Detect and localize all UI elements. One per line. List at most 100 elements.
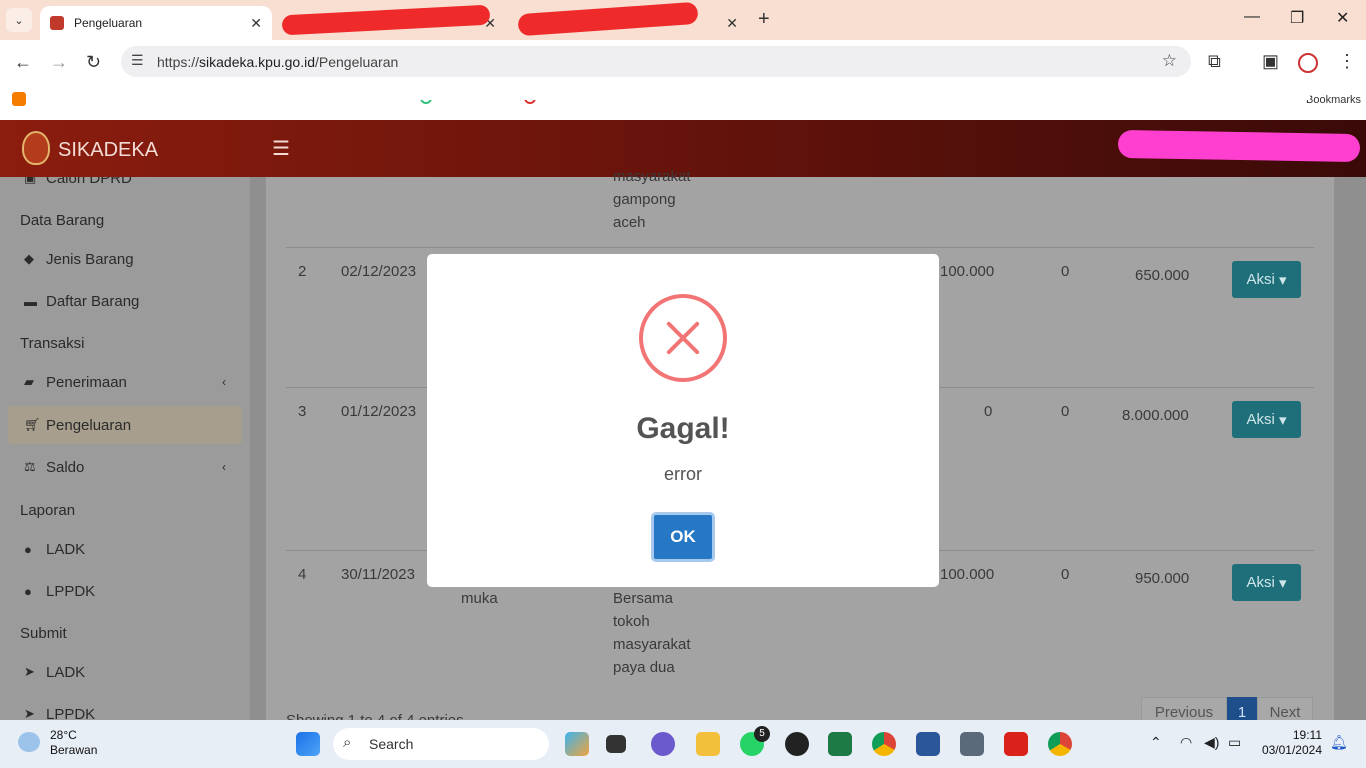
row-total: 950.000: [1135, 570, 1190, 587]
row-no: 2: [298, 263, 307, 280]
row-amount: 0: [984, 403, 993, 420]
sidebar-section-header: Laporan: [20, 502, 76, 519]
sidebar-item-daftar-barang[interactable]: ▬ Daftar Barang: [8, 282, 242, 320]
wifi-icon[interactable]: ◠: [1180, 734, 1192, 751]
aksi-dropdown-button[interactable]: Aksi ▾: [1232, 564, 1301, 601]
excel-icon[interactable]: [828, 732, 852, 756]
sidebar-toggle-icon[interactable]: ☰: [272, 136, 290, 161]
weather-temp: 28°C: [50, 728, 77, 742]
error-x-icon: [639, 294, 727, 382]
sidebar: ▣ Calon DPRD Data Barang ◆ Jenis Barang ▬ D…: [0, 177, 250, 720]
sidebar-item-label: LADK: [46, 663, 86, 681]
weather-cloud-icon[interactable]: [18, 732, 40, 752]
ok-button[interactable]: OK: [651, 512, 715, 562]
chrome-icon[interactable]: [872, 732, 896, 756]
reload-button[interactable]: ↻: [86, 52, 101, 73]
show-hidden-icons[interactable]: ⌃: [1150, 734, 1162, 751]
extensions-icon[interactable]: ⧉: [1208, 51, 1221, 72]
sidebar-item-submit-lppdk[interactable]: ➤ LPPDK: [8, 695, 242, 721]
address-bar[interactable]: ☰ https://sikadeka.kpu.go.id/Pengeluaran…: [121, 46, 1191, 77]
archive-icon: ▬: [24, 293, 37, 309]
row-total: 650.000: [1135, 267, 1190, 284]
kpu-favicon-icon: [50, 16, 64, 30]
tab-pengeluaran[interactable]: Pengeluaran ✕: [40, 6, 272, 40]
redaction-mark: [1117, 129, 1361, 163]
aksi-dropdown-button[interactable]: Aksi ▾: [1232, 261, 1301, 298]
teams-chat-icon[interactable]: [651, 732, 675, 756]
sidebar-item-calon-dprd[interactable]: ▣ Calon DPRD: [8, 177, 242, 197]
desc-line: tokoh: [613, 613, 650, 630]
sidebar-item-submit-ladk[interactable]: ➤ LADK: [8, 653, 242, 691]
sidebar-item-laporan-lppdk[interactable]: ● LPPDK: [8, 572, 242, 610]
sidebar-item-saldo[interactable]: ⚖ Saldo ‹: [8, 448, 242, 486]
chrome-profile-icon[interactable]: [1048, 732, 1072, 756]
truck-icon: ▰: [24, 374, 34, 389]
app-brand[interactable]: SIKADEKA: [58, 139, 158, 162]
acrobat-icon[interactable]: [1004, 732, 1028, 756]
circle-icon: ●: [24, 583, 32, 599]
battery-icon[interactable]: ▭: [1228, 734, 1241, 751]
task-view-icon[interactable]: [606, 735, 626, 753]
dialog-title: Gagal!: [636, 412, 730, 445]
minimize-button[interactable]: —: [1244, 8, 1260, 26]
blogger-bookmark-icon[interactable]: [12, 92, 26, 106]
side-panel-icon[interactable]: ▣: [1262, 51, 1279, 72]
profile-avatar[interactable]: [1298, 53, 1318, 73]
desc-line: masyarakat: [613, 168, 691, 185]
all-bookmarks-link[interactable]: Bookmarks: [1306, 94, 1361, 106]
sidebar-item-label: LPPDK: [46, 582, 96, 600]
weather-widget[interactable]: 28°C Berawan: [50, 728, 97, 758]
restore-button[interactable]: ❐: [1290, 8, 1304, 28]
notification-bell-icon[interactable]: 🔔︎: [1330, 734, 1348, 751]
bookmark-star-icon[interactable]: ☆: [1162, 51, 1177, 71]
row-amount: 100.000: [940, 566, 995, 583]
aksi-label: Aksi: [1246, 574, 1275, 591]
desc-line: aceh: [613, 214, 646, 231]
cart-icon: 🛒︎: [24, 417, 41, 432]
aksi-dropdown-button[interactable]: Aksi ▾: [1232, 401, 1301, 438]
sidebar-item-label: LPPDK: [46, 705, 96, 721]
row-date: 01/12/2023: [341, 403, 417, 420]
search-icon: ⌕: [343, 734, 352, 751]
word-icon[interactable]: [916, 732, 940, 756]
menu-icon[interactable]: ⋮: [1338, 51, 1356, 72]
copilot-icon[interactable]: [565, 732, 589, 756]
row-total: 8.000.000: [1122, 407, 1189, 424]
start-windows-icon[interactable]: [296, 732, 320, 756]
site-settings-icon[interactable]: ☰: [131, 52, 144, 69]
row-desc: muka: [461, 590, 498, 607]
url-host: sikadeka.kpu.go.id: [199, 53, 315, 70]
calculator-icon[interactable]: [960, 732, 984, 756]
sidebar-item-jenis-barang[interactable]: ◆ Jenis Barang: [8, 240, 242, 278]
row-no: 4: [298, 566, 307, 583]
chevron-left-icon: ‹: [222, 375, 226, 389]
desc-line: gampong: [613, 191, 676, 208]
sidebar-item-label: Saldo: [46, 458, 85, 476]
weather-desc: Berawan: [50, 743, 98, 757]
taskbar-search[interactable]: ⌕ Search: [333, 728, 549, 760]
system-clock[interactable]: 19:11 03/01/2024: [1262, 728, 1322, 758]
close-tab-icon[interactable]: ✕: [250, 15, 262, 32]
sidebar-item-penerimaan[interactable]: ▰ Penerimaan ‹: [8, 363, 242, 401]
user-icon: ▣: [24, 177, 37, 185]
file-explorer-icon[interactable]: [696, 732, 720, 756]
row-date: 02/12/2023: [341, 263, 417, 280]
row-no: 3: [298, 403, 307, 420]
row1-description-tail: masyarakat gampong aceh: [613, 165, 691, 234]
back-button[interactable]: ←: [14, 52, 32, 73]
sidebar-item-laporan-ladk[interactable]: ● LADK: [8, 530, 242, 568]
balance-scale-icon: ⚖: [24, 459, 36, 474]
obs-icon[interactable]: [785, 732, 809, 756]
volume-icon[interactable]: ◀): [1204, 734, 1219, 751]
desc-line: Bersama: [613, 590, 674, 607]
new-tab-button[interactable]: +: [758, 8, 770, 31]
tab-search-button[interactable]: ⌄: [6, 8, 32, 32]
close-window-button[interactable]: ✕: [1336, 8, 1349, 28]
row-date: 30/11/2023: [341, 566, 415, 583]
sidebar-item-pengeluaran[interactable]: 🛒︎ Pengeluaran: [8, 406, 242, 444]
close-tab-icon[interactable]: ✕: [726, 15, 738, 32]
browser-toolbar: ← → ↻ ☰ https://sikadeka.kpu.go.id/Penge…: [0, 40, 1366, 86]
row-desc-long: Bersama tokoh masyarakat paya dua: [613, 587, 691, 679]
forward-button[interactable]: →: [50, 52, 68, 73]
url-scheme: https://: [157, 53, 200, 70]
